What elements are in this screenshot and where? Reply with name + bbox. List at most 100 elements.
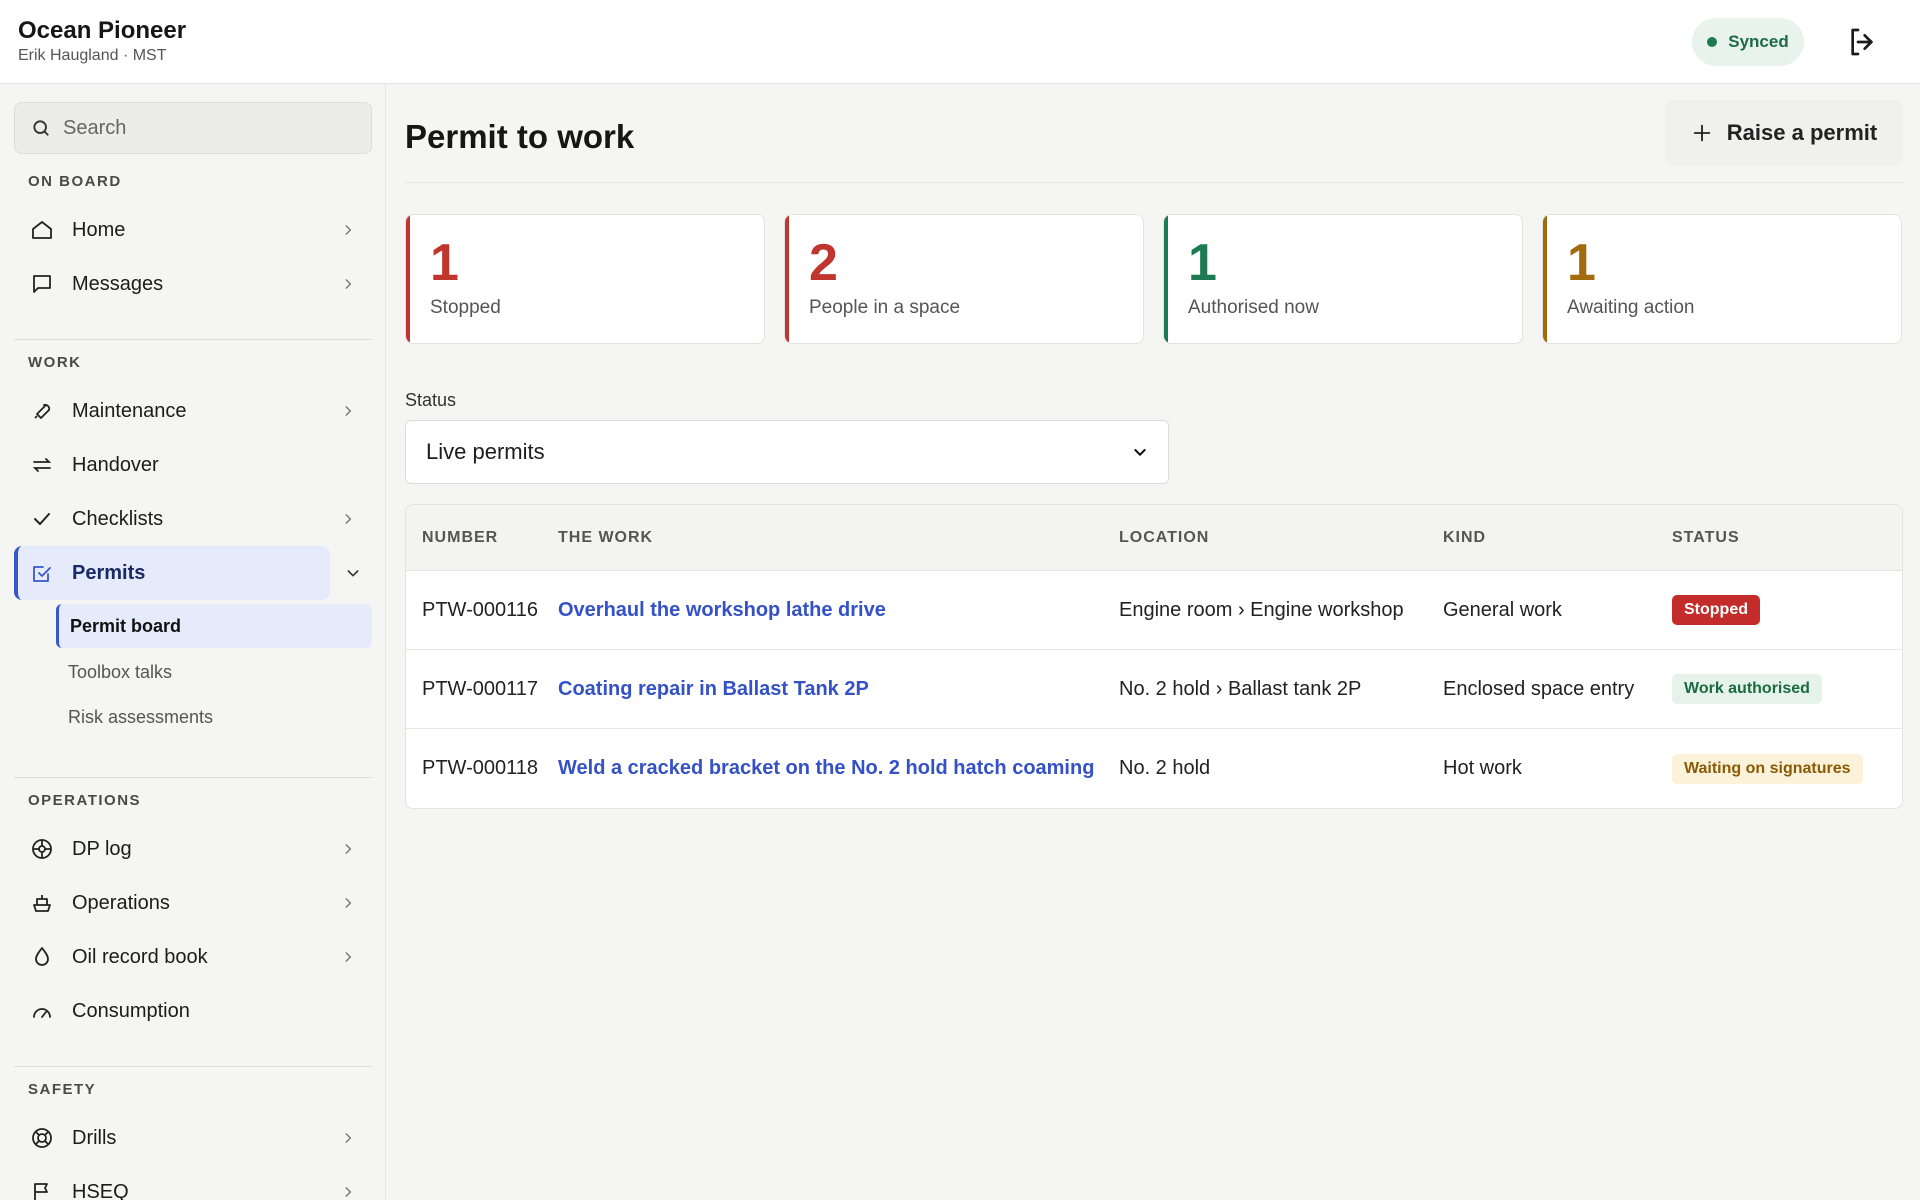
sidebar-item-dp-log[interactable]: DP log xyxy=(14,822,372,876)
raise-permit-label: Raise a permit xyxy=(1726,120,1878,145)
permit-location: No. 2 hold › Ballast tank 2P xyxy=(1119,677,1362,700)
sidebar-item-home[interactable]: Home xyxy=(14,203,372,257)
stat-card-people-in-space[interactable]: 2 People in a space xyxy=(784,214,1144,344)
status-badge: Work authorised xyxy=(1672,674,1822,704)
stat-card-authorised-now[interactable]: 1 Authorised now xyxy=(1163,214,1523,344)
permit-location: Engine room › Engine workshop xyxy=(1119,598,1404,621)
permit-number: PTW-000117 xyxy=(422,677,538,700)
stat-caption: People in a space xyxy=(809,297,961,318)
column-header-work[interactable]: THE WORK xyxy=(558,529,1119,547)
divider xyxy=(14,777,372,778)
section-label-operations: OPERATIONS xyxy=(28,792,142,809)
permit-kind: Hot work xyxy=(1443,757,1522,779)
sidebar-item-consumption[interactable]: Consumption xyxy=(14,984,372,1038)
main-content: Permit to work Raise a permit 1 Stopped … xyxy=(387,84,1920,1200)
stat-value: 1 xyxy=(1567,234,1596,292)
sidebar-item-drills[interactable]: Drills xyxy=(14,1111,372,1165)
swap-arrows-icon xyxy=(28,451,56,479)
sidebar-item-hseq[interactable]: HSEQ xyxy=(14,1165,372,1200)
column-header-status[interactable]: STATUS xyxy=(1672,529,1902,547)
sidebar-item-label: Home xyxy=(72,218,126,241)
status-badge: Waiting on signatures xyxy=(1672,753,1863,784)
stat-value: 1 xyxy=(1188,234,1217,292)
sidebar-item-label: Handover xyxy=(72,453,159,476)
plus-icon xyxy=(1693,124,1711,142)
chevron-right-icon xyxy=(338,1128,358,1148)
column-header-number[interactable]: NUMBER xyxy=(406,529,558,547)
search-input[interactable] xyxy=(63,116,343,140)
permit-location: No. 2 hold xyxy=(1119,757,1211,779)
column-header-kind[interactable]: KIND xyxy=(1443,529,1672,547)
stat-caption: Awaiting action xyxy=(1567,297,1695,318)
sidebar-item-label: Permits xyxy=(72,561,146,584)
permits-table: NUMBER THE WORK LOCATION KIND STATUS PTW… xyxy=(405,504,1903,809)
sync-dot-icon xyxy=(1707,37,1718,47)
sidebar-item-label: Checklists xyxy=(72,507,164,530)
permit-work-link[interactable]: Overhaul the workshop lathe drive xyxy=(558,599,886,621)
sidebar-item-label: Oil record book xyxy=(72,945,208,968)
logout-icon[interactable] xyxy=(1846,26,1878,58)
sidebar-item-permits[interactable]: Permits xyxy=(14,546,330,600)
stat-caption: Stopped xyxy=(430,297,501,318)
chevron-right-icon xyxy=(338,509,358,529)
stat-card-awaiting-action[interactable]: 1 Awaiting action xyxy=(1542,214,1902,344)
permit-number: PTW-000116 xyxy=(422,598,538,621)
status-filter-select[interactable]: Live permits xyxy=(405,420,1169,484)
stat-accent-bar xyxy=(406,215,410,343)
top-bar: Ocean Pioneer Erik Haugland · MST Synced xyxy=(0,0,1920,84)
message-icon xyxy=(28,270,56,298)
sidebar-item-label: Drills xyxy=(72,1126,117,1149)
stat-accent-bar xyxy=(785,215,789,343)
divider xyxy=(14,1066,372,1067)
permit-work-link[interactable]: Weld a cracked bracket on the No. 2 hold… xyxy=(558,757,1094,779)
sidebar-subitem-risk-assessments[interactable]: Risk assessments xyxy=(56,695,372,739)
table-header: NUMBER THE WORK LOCATION KIND STATUS xyxy=(406,505,1902,571)
permit-kind: Enclosed space entry xyxy=(1443,677,1635,700)
page-title: Permit to work xyxy=(405,118,635,155)
stat-card-stopped[interactable]: 1 Stopped xyxy=(405,214,765,344)
vessel-name: Ocean Pioneer xyxy=(18,17,187,44)
flag-icon xyxy=(28,1178,56,1200)
sidebar-subitem-permit-board[interactable]: Permit board xyxy=(56,604,372,648)
chevron-right-icon xyxy=(338,274,358,294)
section-label-on-board: ON BOARD xyxy=(28,173,122,190)
permit-work-link[interactable]: Coating repair in Ballast Tank 2P xyxy=(558,678,869,700)
search-box[interactable] xyxy=(14,102,372,154)
sidebar-item-checklists[interactable]: Checklists xyxy=(14,492,372,546)
brand: Ocean Pioneer Erik Haugland · MST xyxy=(18,16,186,66)
chevron-right-icon xyxy=(338,839,358,859)
table-row[interactable]: PTW-000116 Overhaul the workshop lathe d… xyxy=(406,571,1902,650)
sidebar-item-messages[interactable]: Messages xyxy=(14,257,372,311)
sidebar-item-label: HSEQ xyxy=(72,1180,129,1200)
chevron-right-icon xyxy=(338,893,358,913)
sidebar-item-operations[interactable]: Operations xyxy=(14,876,372,930)
sidebar-item-label: Messages xyxy=(72,272,164,295)
chevron-down-icon xyxy=(347,570,359,577)
gauge-icon xyxy=(28,997,56,1025)
stat-value: 1 xyxy=(430,234,459,292)
permits-collapse-toggle[interactable] xyxy=(334,546,372,600)
section-label-work: WORK xyxy=(28,354,82,371)
stat-accent-bar xyxy=(1543,215,1547,343)
check-icon xyxy=(28,505,56,533)
stat-accent-bar xyxy=(1164,215,1168,343)
raise-permit-button[interactable]: Raise a permit xyxy=(1665,100,1903,166)
sync-status-label: Synced xyxy=(1728,32,1789,51)
chevron-right-icon xyxy=(338,220,358,240)
section-label-safety: SAFETY xyxy=(28,1081,97,1098)
sidebar: ON BOARD Home Messages WORK Maintenance … xyxy=(0,84,386,1200)
column-header-location[interactable]: LOCATION xyxy=(1119,529,1443,547)
table-row[interactable]: PTW-000118 Weld a cracked bracket on the… xyxy=(406,729,1902,808)
steering-wheel-icon xyxy=(28,835,56,863)
sidebar-subitem-toolbox-talks[interactable]: Toolbox talks xyxy=(56,650,372,694)
search-icon xyxy=(33,120,49,136)
sidebar-item-label: Operations xyxy=(72,891,170,914)
stat-caption: Authorised now xyxy=(1188,297,1319,318)
sidebar-item-label: Consumption xyxy=(72,999,190,1022)
chevron-right-icon xyxy=(338,1182,358,1200)
sidebar-item-handover[interactable]: Handover xyxy=(14,438,372,492)
sidebar-item-maintenance[interactable]: Maintenance xyxy=(14,384,372,438)
table-row[interactable]: PTW-000117 Coating repair in Ballast Tan… xyxy=(406,650,1902,729)
lifebuoy-icon xyxy=(28,1124,56,1152)
sidebar-item-oil-record-book[interactable]: Oil record book xyxy=(14,930,372,984)
